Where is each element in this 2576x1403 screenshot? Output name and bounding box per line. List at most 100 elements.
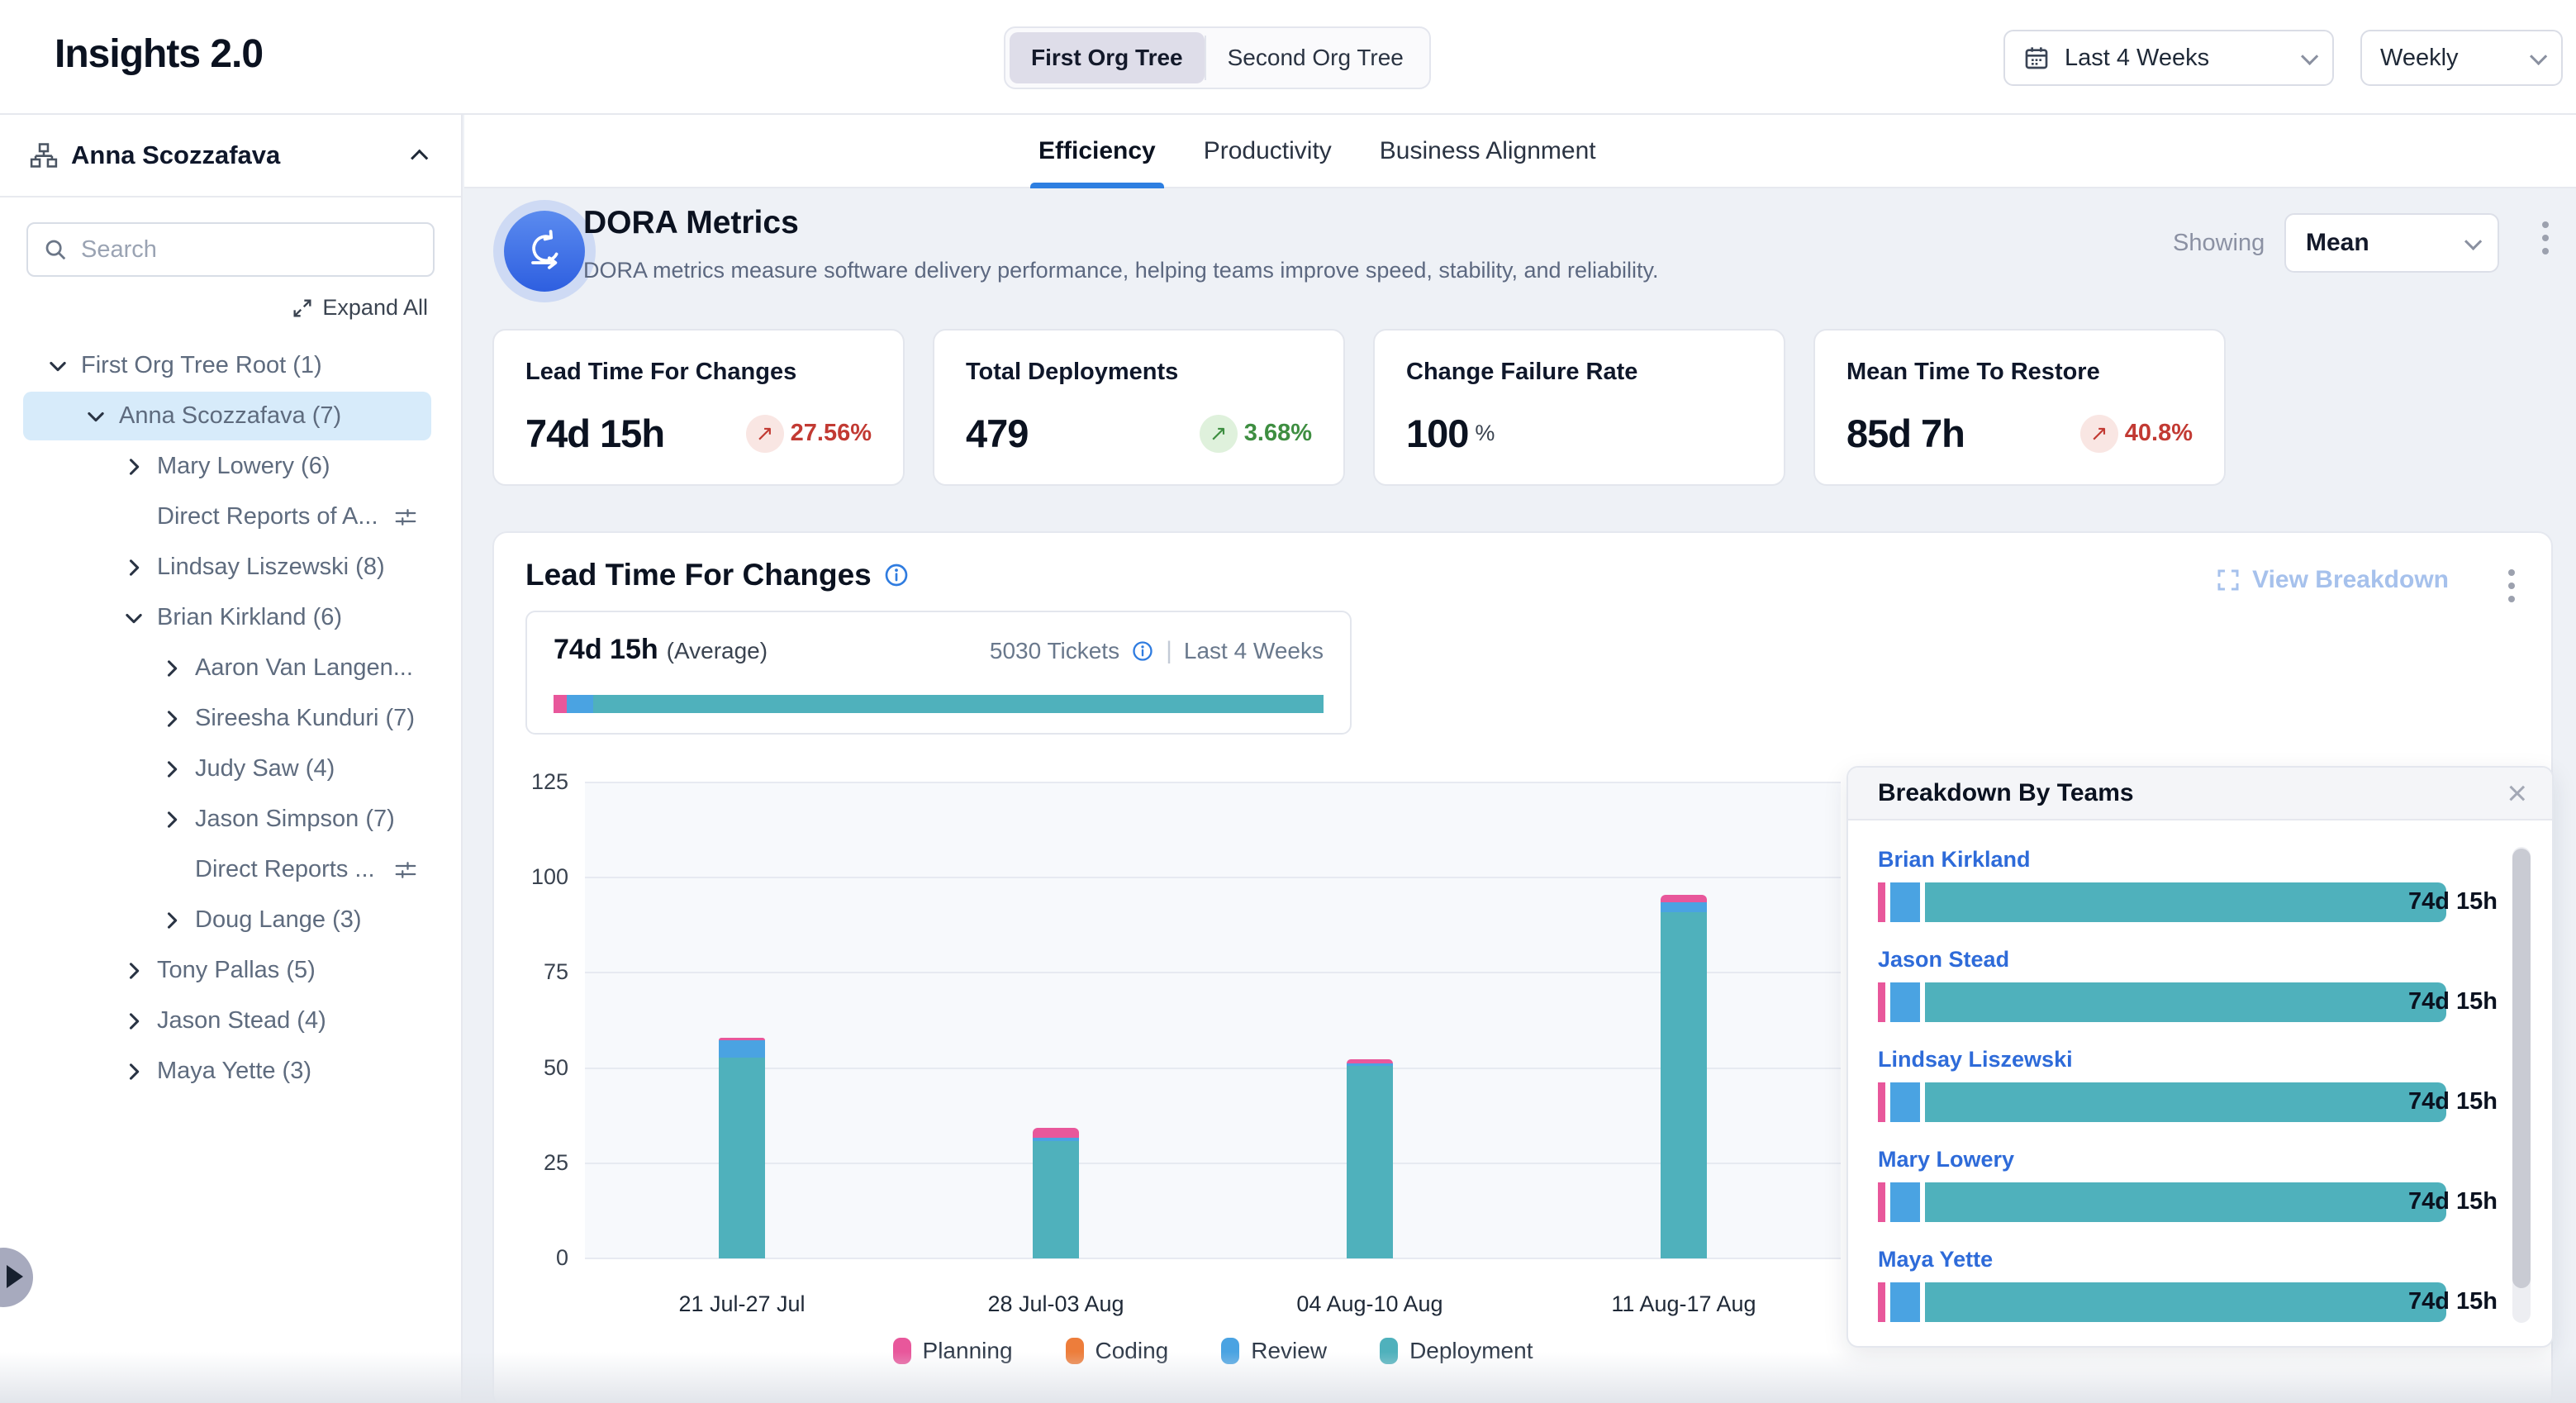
sidebar-owner-name: Anna Scozzafava bbox=[71, 140, 280, 170]
chevron-right-icon[interactable] bbox=[122, 957, 157, 985]
tab-business-alignment[interactable]: Business Alignment bbox=[1380, 115, 1596, 187]
sidebar-item-jason-simpson-7[interactable]: Jason Simpson (7) bbox=[0, 794, 461, 844]
tree-item-label: Jason Stead (4) bbox=[157, 1007, 326, 1034]
breakdown-header: Breakdown By Teams × bbox=[1848, 768, 2552, 820]
showing-mean-select[interactable]: Mean bbox=[2284, 213, 2499, 273]
team-bar-review-segment bbox=[1890, 982, 1920, 1022]
date-range-select[interactable]: Last 4 Weeks bbox=[2003, 30, 2334, 86]
metric-delta-badge: ↗40.8% bbox=[2080, 415, 2193, 453]
legend-label: Coding bbox=[1096, 1338, 1169, 1364]
chart-legend: Planning Coding Review Deployment bbox=[585, 1338, 1841, 1364]
first-org-tree-button[interactable]: First Org Tree bbox=[1010, 32, 1205, 83]
tab-label: Efficiency bbox=[1038, 137, 1156, 165]
sidebar-item-direct-reports[interactable]: Direct Reports ... bbox=[0, 844, 461, 895]
expand-all-button[interactable]: Expand All bbox=[0, 295, 428, 321]
team-bar-review-segment bbox=[1890, 1182, 1920, 1222]
chevron-right-icon[interactable] bbox=[160, 705, 195, 733]
breakdown-title: Breakdown By Teams bbox=[1878, 779, 2134, 807]
sidebar-item-jason-stead-4[interactable]: Jason Stead (4) bbox=[0, 996, 461, 1046]
sidebar-item-maya-yette-3[interactable]: Maya Yette (3) bbox=[0, 1046, 461, 1096]
legend-item-review[interactable]: Review bbox=[1221, 1338, 1327, 1364]
chevron-right-icon[interactable] bbox=[160, 755, 195, 783]
team-name-link[interactable]: Maya Yette bbox=[1878, 1247, 2483, 1272]
sidebar-item-lindsay-liszewski-8[interactable]: Lindsay Liszewski (8) bbox=[0, 542, 461, 592]
chevron-up-icon[interactable] bbox=[411, 149, 428, 166]
tree-item-label: Brian Kirkland (6) bbox=[157, 604, 342, 631]
scrollbar-thumb[interactable] bbox=[2512, 849, 2531, 1288]
sidebar-item-brian-kirkland-6[interactable]: Brian Kirkland (6) bbox=[0, 592, 461, 643]
chevron-down-icon[interactable] bbox=[46, 352, 81, 380]
sidebar-item-first-org-tree-root-1[interactable]: First Org Tree Root (1) bbox=[0, 340, 461, 391]
metric-delta-value: 27.56% bbox=[791, 420, 872, 447]
filter-sliders-icon[interactable] bbox=[393, 505, 418, 530]
sidebar-item-mary-lowery-6[interactable]: Mary Lowery (6) bbox=[0, 441, 461, 492]
tab-bar: Efficiency Productivity Business Alignment bbox=[464, 115, 2576, 188]
chevron-right-icon[interactable] bbox=[160, 906, 195, 935]
team-bar-planning-segment bbox=[1878, 982, 1885, 1022]
view-breakdown-button[interactable]: View Breakdown bbox=[2216, 566, 2449, 594]
sidebar-header[interactable]: Anna Scozzafava bbox=[0, 115, 461, 197]
team-name-link[interactable]: Mary Lowery bbox=[1878, 1147, 2483, 1172]
bar-segment-planning bbox=[1661, 895, 1707, 902]
chevron-right-icon[interactable] bbox=[122, 1007, 157, 1035]
sidebar-item-judy-saw-4[interactable]: Judy Saw (4) bbox=[0, 744, 461, 794]
tab-efficiency[interactable]: Efficiency bbox=[1038, 115, 1156, 187]
team-bar-deployment-segment bbox=[1925, 982, 2446, 1022]
breakdown-by-teams-panel: Breakdown By Teams × Brian Kirkland 74d 1… bbox=[1846, 766, 2554, 1348]
sidebar-item-sireesha-kunduri-7[interactable]: Sireesha Kunduri (7) bbox=[0, 693, 461, 744]
team-bar-review-segment bbox=[1890, 882, 1920, 922]
legend-item-planning[interactable]: Planning bbox=[893, 1338, 1013, 1364]
summary-value: 74d 15h bbox=[554, 634, 658, 666]
granularity-value: Weekly bbox=[2380, 45, 2459, 72]
sidebar-item-direct-reports-of-a[interactable]: Direct Reports of A... bbox=[0, 492, 461, 542]
second-org-tree-button[interactable]: Second Org Tree bbox=[1206, 32, 1425, 83]
metric-card-value: 74d 15h bbox=[525, 411, 664, 456]
sidebar-item-anna-scozzafava-7[interactable]: Anna Scozzafava (7) bbox=[0, 391, 461, 441]
info-icon[interactable] bbox=[1131, 640, 1154, 663]
metric-card-lead-time-for-changes: Lead Time For Changes74d 15h↗27.56% bbox=[492, 329, 905, 486]
tree-item-label: Direct Reports ... bbox=[195, 856, 375, 883]
chevron-down-icon bbox=[2301, 47, 2318, 64]
chevron-down-icon[interactable] bbox=[84, 402, 119, 430]
team-name-link[interactable]: Jason Stead bbox=[1878, 947, 2483, 973]
chevron-right-icon[interactable] bbox=[122, 453, 157, 481]
date-range-value: Last 4 Weeks bbox=[2065, 45, 2209, 72]
tab-productivity[interactable]: Productivity bbox=[1204, 115, 1332, 187]
sidebar-item-aaron-van-langen[interactable]: Aaron Van Langen... bbox=[0, 643, 461, 693]
play-arrow-icon bbox=[7, 1265, 23, 1288]
metric-card-title: Mean Time To Restore bbox=[1846, 359, 2193, 386]
team-lead-time-value: 74d 15h bbox=[2408, 1188, 2498, 1215]
x-axis-tick-label: 11 Aug-17 Aug bbox=[1527, 1291, 1841, 1317]
search-input[interactable] bbox=[79, 235, 418, 264]
close-icon[interactable]: × bbox=[2507, 776, 2527, 811]
trend-up-arrow-icon: ↗ bbox=[746, 415, 784, 453]
filter-sliders-icon[interactable] bbox=[393, 858, 418, 882]
sidebar-item-tony-pallas-5[interactable]: Tony Pallas (5) bbox=[0, 945, 461, 996]
main-area: Efficiency Productivity Business Alignment… bbox=[464, 115, 2576, 1403]
info-icon[interactable] bbox=[883, 562, 910, 588]
chevron-right-icon[interactable] bbox=[160, 806, 195, 834]
sidebar-item-doug-lange-3[interactable]: Doug Lange (3) bbox=[0, 895, 461, 945]
legend-item-coding[interactable]: Coding bbox=[1066, 1338, 1169, 1364]
summary-bar-segment-planning bbox=[554, 695, 567, 713]
granularity-select[interactable]: Weekly bbox=[2360, 30, 2563, 86]
team-name-link[interactable]: Lindsay Liszewski bbox=[1878, 1047, 2483, 1072]
tree-item-label: Judy Saw (4) bbox=[195, 755, 335, 782]
tree-item-label: Sireesha Kunduri (7) bbox=[195, 705, 415, 732]
lead-time-summary-card: 74d 15h (Average) 5030 Tickets bbox=[525, 611, 1352, 735]
chevron-right-icon[interactable] bbox=[160, 654, 195, 682]
team-name-link[interactable]: Brian Kirkland bbox=[1878, 847, 2483, 873]
x-axis-tick-label: 21 Jul-27 Jul bbox=[585, 1291, 899, 1317]
expand-all-label: Expand All bbox=[322, 295, 428, 321]
org-tree: First Org Tree Root (1)Anna Scozzafava (… bbox=[0, 340, 461, 1096]
bar-segment-planning bbox=[1033, 1128, 1079, 1138]
dora-kebab-menu-icon[interactable] bbox=[2542, 221, 2549, 254]
legend-item-deployment[interactable]: Deployment bbox=[1380, 1338, 1533, 1364]
showing-mean-value: Mean bbox=[2306, 229, 2369, 257]
summary-bar-segment-deployment bbox=[593, 695, 1324, 713]
chevron-down-icon bbox=[2464, 232, 2482, 250]
chevron-right-icon[interactable] bbox=[122, 554, 157, 582]
chevron-down-icon[interactable] bbox=[122, 604, 157, 632]
panel-kebab-menu-icon[interactable] bbox=[2508, 569, 2515, 602]
chevron-right-icon[interactable] bbox=[122, 1058, 157, 1086]
